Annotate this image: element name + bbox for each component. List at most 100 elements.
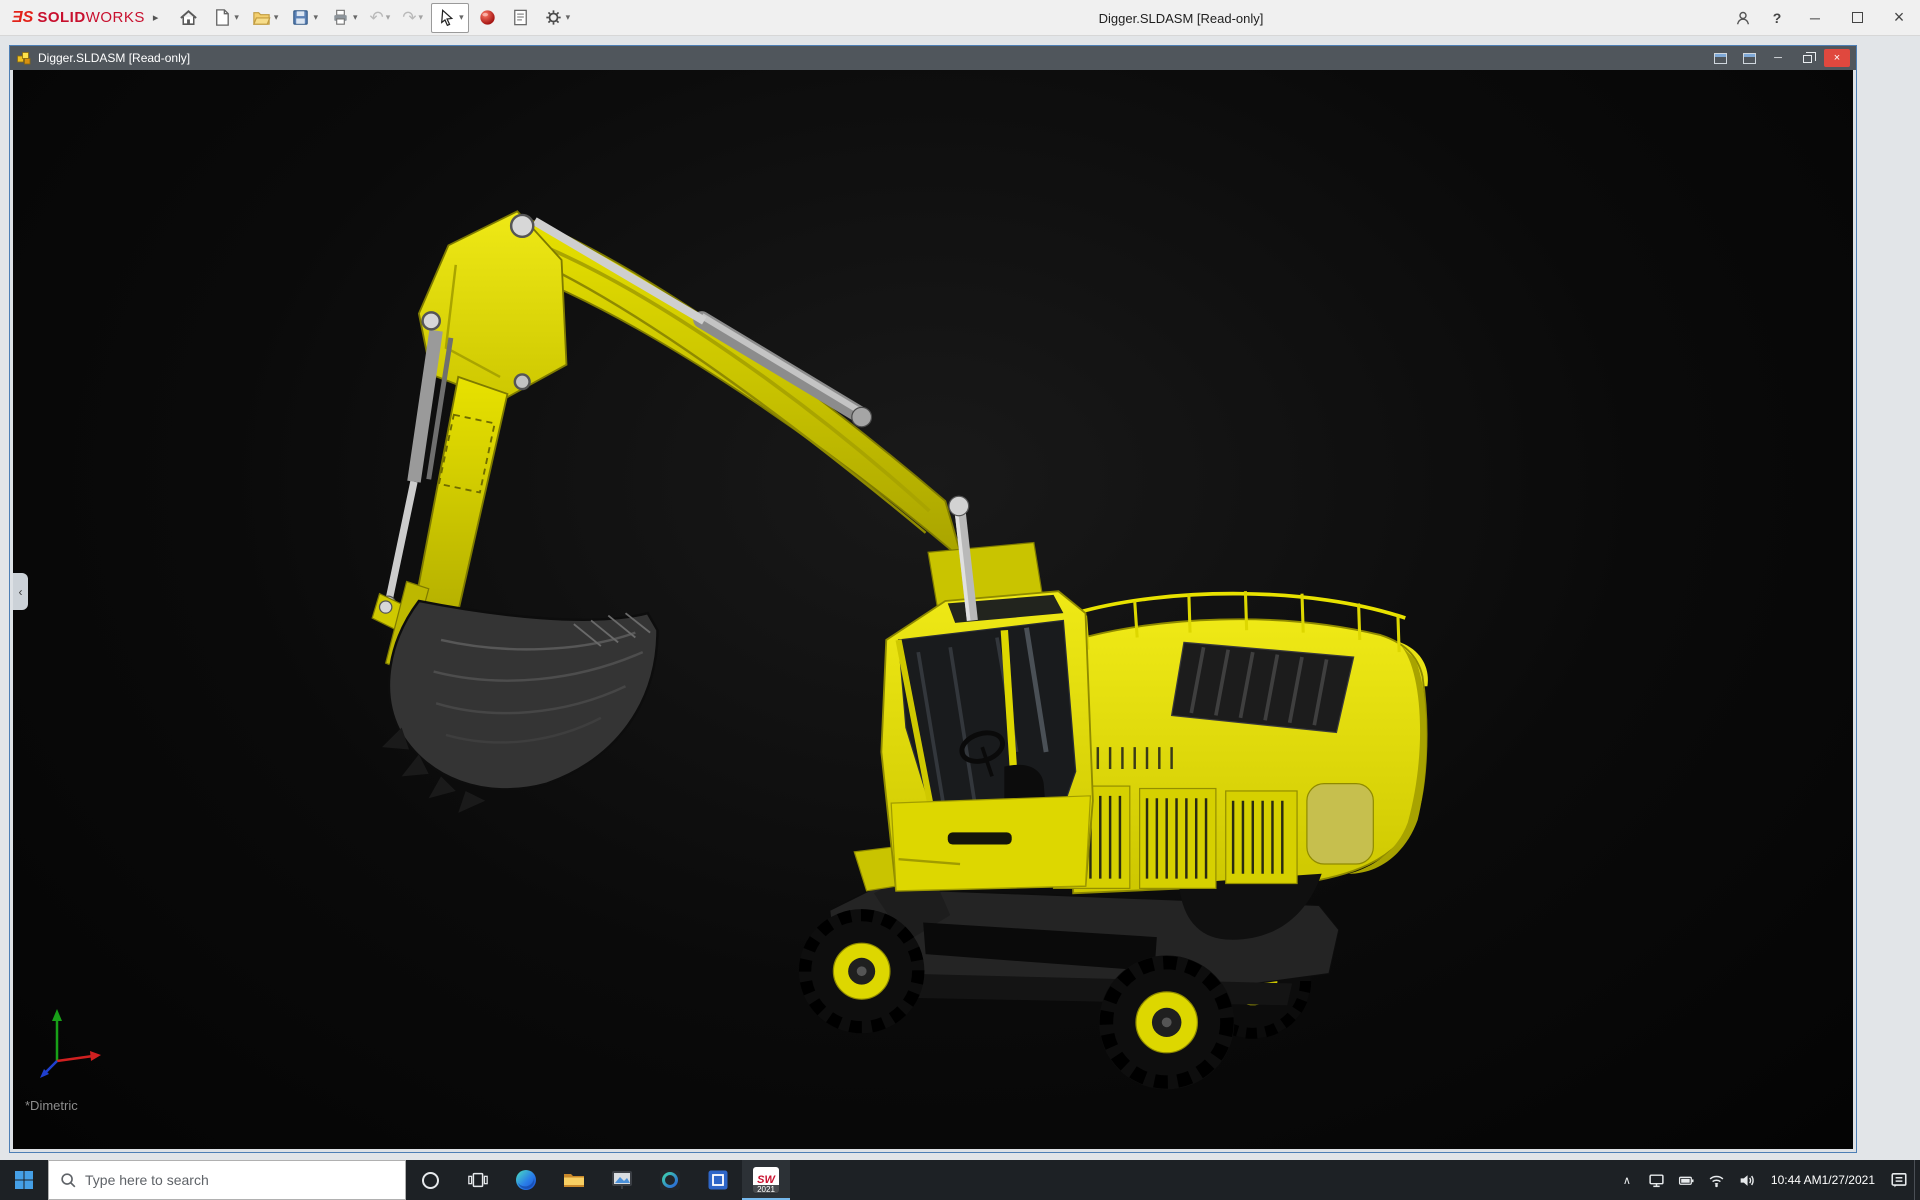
open-document-button[interactable]: ▾ [247, 3, 283, 33]
options-button[interactable]: ▾ [539, 3, 575, 33]
redo-icon: ↷ [402, 8, 417, 27]
window-pane-icon [1713, 52, 1727, 64]
panel-collapse-tab[interactable]: ‹ [13, 573, 28, 610]
minimize-icon: ─ [1774, 52, 1782, 64]
doc-close-button[interactable]: × [1824, 49, 1850, 67]
new-document-button[interactable]: ▾ [207, 3, 243, 33]
chevron-up-icon: ∧ [1622, 1174, 1631, 1187]
app-close-button[interactable]: × [1878, 0, 1920, 36]
caret-down-icon[interactable]: ▾ [234, 12, 239, 23]
search-input[interactable] [85, 1172, 395, 1188]
caret-down-icon[interactable]: ▾ [566, 12, 571, 23]
app-titlebar: ƎS SOLID WORKS ▸ ▾ ▾ ▾ ▾ ↶ ▾ ↷ ▾ ▾ ▾ Dig… [0, 0, 1920, 36]
solidworks-logo[interactable]: ƎS SOLID WORKS ▸ [0, 9, 166, 27]
volume-tray-button[interactable] [1732, 1160, 1762, 1200]
file-explorer-icon [564, 1174, 584, 1187]
close-icon: × [1893, 7, 1905, 27]
caret-down-icon[interactable]: ▾ [386, 12, 391, 23]
window-pane-icon [1742, 52, 1756, 64]
select-cursor-icon [441, 9, 454, 27]
document-window-controls: ─ × [1703, 49, 1850, 67]
doc-restore-button[interactable] [1795, 49, 1819, 67]
display-icon [1649, 1173, 1665, 1187]
file-explorer-button[interactable] [550, 1160, 598, 1200]
action-center-button[interactable] [1884, 1160, 1914, 1200]
task-view-button[interactable] [454, 1160, 502, 1200]
model-body[interactable] [1052, 591, 1428, 940]
blue-app-button[interactable] [694, 1160, 742, 1200]
action-center-icon [1891, 1173, 1907, 1188]
cortana-icon [421, 1171, 439, 1189]
3d-model-excavator[interactable] [13, 70, 1853, 1149]
gear-icon [545, 10, 561, 25]
graphics-viewport[interactable]: *Dimetric ‹ [13, 70, 1853, 1149]
caret-down-icon[interactable]: ▾ [313, 12, 318, 23]
hidden-icons-button[interactable]: ∧ [1612, 1160, 1642, 1200]
help-button[interactable]: ? [1760, 0, 1794, 36]
minimize-icon: ─ [1810, 9, 1820, 26]
window-pane-button-2[interactable] [1737, 49, 1761, 67]
model-cab[interactable] [880, 590, 1094, 892]
caret-down-icon[interactable]: ▾ [274, 12, 279, 23]
document-properties-button[interactable] [506, 3, 535, 33]
print-button[interactable]: ▾ [326, 3, 362, 33]
caret-down-icon[interactable]: ▾ [353, 12, 358, 23]
edge-button[interactable] [502, 1160, 550, 1200]
save-icon [293, 10, 309, 25]
app-document-title: Digger.SLDASM [Read-only] [1098, 10, 1264, 26]
open-folder-icon [252, 12, 271, 25]
maximize-icon [1851, 12, 1863, 23]
doc-minimize-button[interactable]: ─ [1766, 49, 1790, 67]
home-icon [180, 10, 198, 25]
taskbar-search[interactable] [48, 1160, 406, 1200]
redo-button[interactable]: ↷ ▾ [398, 3, 427, 33]
orientation-triad[interactable] [35, 999, 105, 1079]
blue-app-icon [708, 1170, 728, 1190]
media-app-icon [660, 1170, 680, 1190]
home-button[interactable] [174, 3, 203, 33]
close-icon: × [1833, 52, 1841, 64]
clock-date: 1/27/2021 [1821, 1172, 1875, 1187]
save-button[interactable]: ▾ [286, 3, 322, 33]
caret-down-icon[interactable]: ▾ [459, 12, 464, 23]
ds-logo-icon: ƎS [12, 8, 34, 26]
account-button[interactable] [1726, 0, 1760, 36]
network-tray-button[interactable] [1702, 1160, 1732, 1200]
app-maximize-button[interactable] [1836, 0, 1878, 36]
sw-version-badge: 2021 [753, 1185, 779, 1194]
clock-time: 10:44 AM [1770, 1172, 1822, 1187]
undo-icon: ↶ [369, 8, 384, 27]
brand-text-bold: SOLID [37, 9, 86, 26]
taskbar-clock[interactable]: 10:44 AM 1/27/2021 [1762, 1173, 1884, 1188]
edge-icon [516, 1170, 536, 1190]
solidworks-app-button[interactable]: SW 2021 [742, 1160, 790, 1200]
show-desktop-button[interactable] [1914, 1160, 1920, 1200]
photos-app-button[interactable] [598, 1160, 646, 1200]
caret-down-icon[interactable]: ▾ [419, 12, 424, 23]
start-button[interactable] [0, 1160, 48, 1200]
document-window-titlebar[interactable]: Digger.SLDASM [Read-only] ─ × [10, 46, 1856, 70]
3dexperience-button[interactable] [473, 3, 502, 33]
model-bucket[interactable] [381, 599, 659, 813]
battery-icon [1679, 1176, 1694, 1185]
display-tray-button[interactable] [1642, 1160, 1672, 1200]
undo-button[interactable]: ↶ ▾ [366, 3, 395, 33]
search-icon [61, 1173, 76, 1188]
window-pane-button-1[interactable] [1708, 49, 1732, 67]
system-tray: ∧ 10:44 AM 1/27/2021 [1612, 1160, 1920, 1200]
account-icon [1736, 11, 1750, 24]
select-tool-button[interactable]: ▾ [431, 2, 469, 33]
battery-tray-button[interactable] [1672, 1160, 1702, 1200]
document-properties-icon [513, 9, 527, 26]
print-icon [334, 9, 347, 25]
volume-icon [1741, 1174, 1755, 1186]
windows-taskbar: SW 2021 ∧ [0, 1160, 1920, 1200]
brand-text-light: WORKS [85, 9, 145, 26]
document-window: Digger.SLDASM [Read-only] ─ × *Dimetric … [9, 45, 1857, 1153]
media-app-button[interactable] [646, 1160, 694, 1200]
menu-expand-arrow-icon[interactable]: ▸ [153, 11, 159, 24]
view-orientation-label: *Dimetric [25, 1098, 78, 1113]
cortana-button[interactable] [406, 1160, 454, 1200]
assembly-document-icon [17, 52, 31, 65]
app-minimize-button[interactable]: ─ [1794, 0, 1836, 36]
